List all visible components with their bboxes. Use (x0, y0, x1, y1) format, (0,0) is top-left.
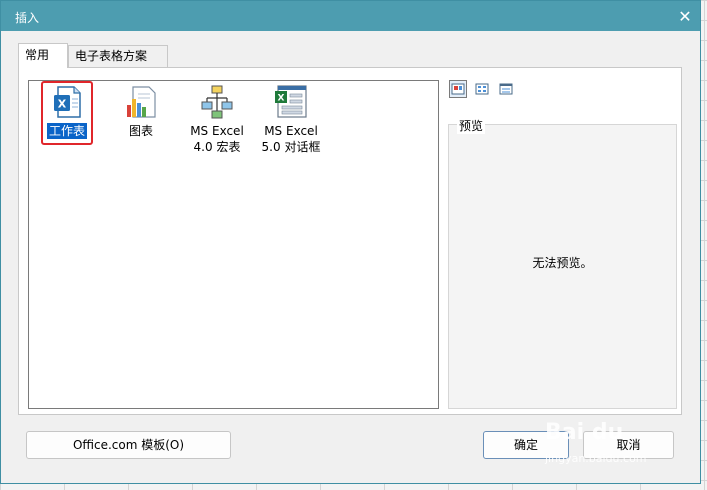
preview-group: 预览 无法预览。 (448, 117, 677, 409)
svg-text:X: X (58, 98, 67, 111)
dialog-sheet-icon: X (274, 85, 308, 119)
large-icons-icon (451, 83, 465, 95)
office-templates-button[interactable]: Office.com 模板(O) (26, 431, 231, 459)
template-list[interactable]: X 工作表 图表 MS Excel 4.0 宏表 X MS Excel 5.0 … (28, 80, 439, 409)
close-button[interactable]: ✕ (670, 1, 700, 31)
tab-panel: X 工作表 图表 MS Excel 4.0 宏表 X MS Excel 5.0 … (18, 67, 682, 415)
chart-icon (124, 85, 158, 119)
ok-button[interactable]: 确定 (483, 431, 569, 459)
preview-label: 预览 (457, 117, 486, 134)
item-worksheet[interactable]: X 工作表 (41, 81, 93, 145)
list-icon (475, 83, 489, 95)
svg-text:X: X (278, 94, 285, 104)
macro-sheet-icon (200, 85, 234, 119)
item-label: 工作表 (46, 123, 87, 139)
large-icons-view-button[interactable] (449, 80, 467, 98)
title-bar[interactable]: 插入 ✕ (1, 1, 700, 31)
preview-message: 无法预览。 (532, 256, 593, 270)
tab-spreadsheet-solutions[interactable]: 电子表格方案 (68, 45, 168, 67)
details-view-button[interactable] (497, 80, 515, 98)
list-view-button[interactable] (473, 80, 491, 98)
item-excel4-macro[interactable]: MS Excel 4.0 宏表 (179, 85, 255, 155)
insert-dialog: 插入 ✕ 常用 电子表格方案 X 工作表 图表 MS Excel 4.0 宏表 … (0, 0, 701, 484)
item-label: 图表 (128, 124, 153, 138)
item-label: MS Excel 5.0 对话框 (261, 124, 321, 154)
details-icon (499, 83, 513, 95)
excel-worksheet-icon: X (50, 85, 84, 119)
item-chart[interactable]: 图表 (103, 85, 179, 139)
cancel-button[interactable]: 取消 (583, 431, 674, 459)
close-icon: ✕ (678, 6, 692, 26)
tab-common[interactable]: 常用 (18, 43, 68, 68)
item-excel5-dialog[interactable]: X MS Excel 5.0 对话框 (253, 85, 329, 155)
dialog-title: 插入 (15, 11, 40, 25)
item-label: MS Excel 4.0 宏表 (190, 124, 244, 154)
